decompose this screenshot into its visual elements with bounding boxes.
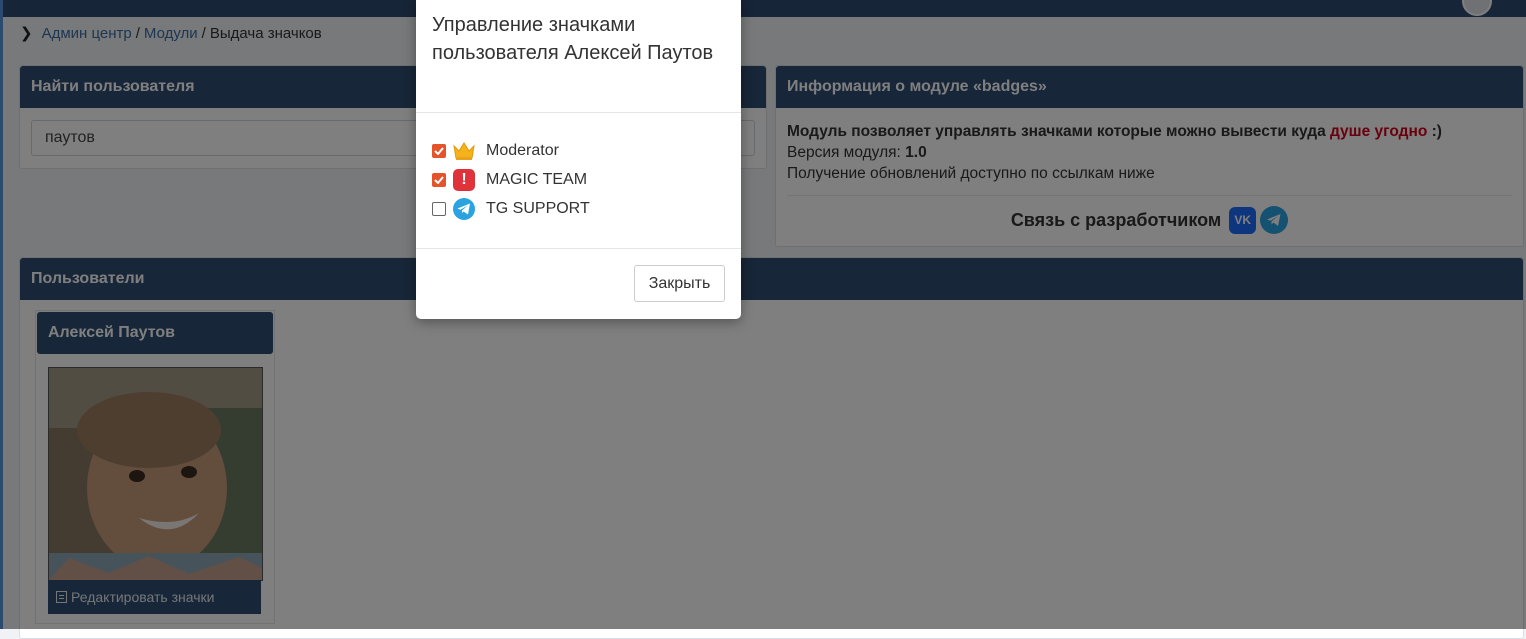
exclamation-icon: ! xyxy=(453,169,475,191)
magic-team-label: MAGIC TEAM xyxy=(486,171,588,188)
modal-title: Управление значками пользователя Алексей… xyxy=(432,14,714,64)
modal-divider xyxy=(416,248,741,249)
magic-team-checkbox[interactable] xyxy=(432,173,446,187)
telegram-icon xyxy=(453,198,475,220)
modal-divider xyxy=(416,112,741,113)
moderator-checkbox[interactable] xyxy=(432,144,446,158)
badge-row-moderator[interactable]: Moderator xyxy=(432,139,559,163)
tg-support-checkbox[interactable] xyxy=(432,202,446,216)
moderator-label: Moderator xyxy=(486,142,559,159)
left-rail xyxy=(0,0,3,629)
close-button[interactable]: Закрыть xyxy=(634,265,725,302)
crown-icon xyxy=(453,140,475,162)
modal-backdrop[interactable] xyxy=(0,0,1526,629)
tg-support-label: TG SUPPORT xyxy=(486,200,590,217)
badges-modal: Управление значками пользователя Алексей… xyxy=(416,0,741,319)
badge-row-tg-support[interactable]: TG SUPPORT xyxy=(432,197,590,221)
badge-row-magic-team[interactable]: ! MAGIC TEAM xyxy=(432,168,587,192)
